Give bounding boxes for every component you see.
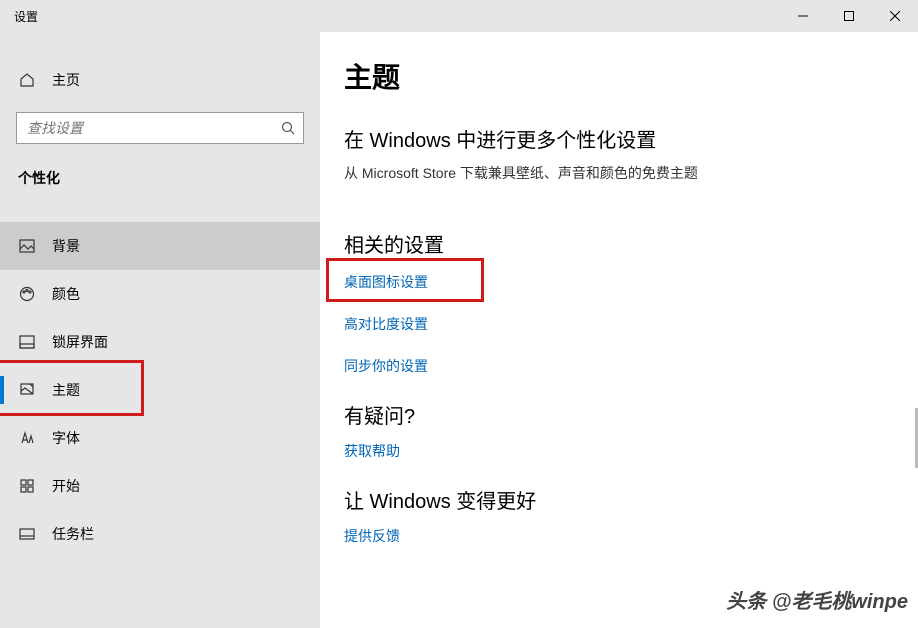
sidebar: 主页 个性化 背景 [0,32,320,628]
home-label: 主页 [52,70,80,90]
maximize-button[interactable] [826,0,872,32]
sidebar-item-theme[interactable]: 主题 [0,366,320,414]
sidebar-item-label: 字体 [52,428,80,448]
link-feedback[interactable]: 提供反馈 [344,526,918,546]
sidebar-item-label: 开始 [52,476,80,496]
start-icon [18,477,36,495]
better-heading: 让 Windows 变得更好 [344,485,918,514]
question-heading: 有疑问? [344,400,918,429]
sidebar-item-taskbar[interactable]: 任务栏 [0,510,320,558]
link-sync-settings[interactable]: 同步你的设置 [344,356,918,376]
sidebar-item-label: 锁屏界面 [52,332,108,352]
search-icon [273,121,303,135]
link-desktop-icon-settings[interactable]: 桌面图标设置 [344,272,918,292]
home-nav[interactable]: 主页 [0,60,320,100]
picture-icon [18,237,36,255]
sidebar-item-lockscreen[interactable]: 锁屏界面 [0,318,320,366]
sidebar-item-label: 颜色 [52,284,80,304]
sidebar-item-background[interactable]: 背景 [0,222,320,270]
personalize-desc: 从 Microsoft Store 下载兼具壁纸、声音和颜色的免费主题 [344,163,918,183]
sidebar-item-font[interactable]: 字体 [0,414,320,462]
sidebar-item-color[interactable]: 颜色 [0,270,320,318]
sidebar-item-label: 任务栏 [52,524,94,544]
related-heading: 相关的设置 [344,229,918,258]
link-get-help[interactable]: 获取帮助 [344,441,918,461]
sidebar-section-title: 个性化 [0,144,320,204]
watermark: 头条 @老毛桃winpe [726,585,908,614]
lockscreen-icon [18,333,36,351]
window-controls [780,0,918,32]
content-area: 主题 在 Windows 中进行更多个性化设置 从 Microsoft Stor… [320,32,918,628]
personalize-heading: 在 Windows 中进行更多个性化设置 [344,124,918,153]
sidebar-item-start[interactable]: 开始 [0,462,320,510]
minimize-button[interactable] [780,0,826,32]
sidebar-nav: 背景 颜色 锁屏界面 [0,222,320,558]
theme-icon [18,381,36,399]
search-input[interactable] [17,120,273,136]
page-title: 主题 [344,56,918,96]
link-high-contrast[interactable]: 高对比度设置 [344,314,918,334]
window-title: 设置 [0,8,38,25]
palette-icon [18,285,36,303]
close-button[interactable] [872,0,918,32]
titlebar: 设置 [0,0,918,32]
sidebar-item-label: 主题 [52,380,80,400]
taskbar-icon [18,525,36,543]
search-box[interactable] [16,112,304,144]
font-icon [18,429,36,447]
home-icon [18,71,36,89]
sidebar-item-label: 背景 [52,236,80,256]
